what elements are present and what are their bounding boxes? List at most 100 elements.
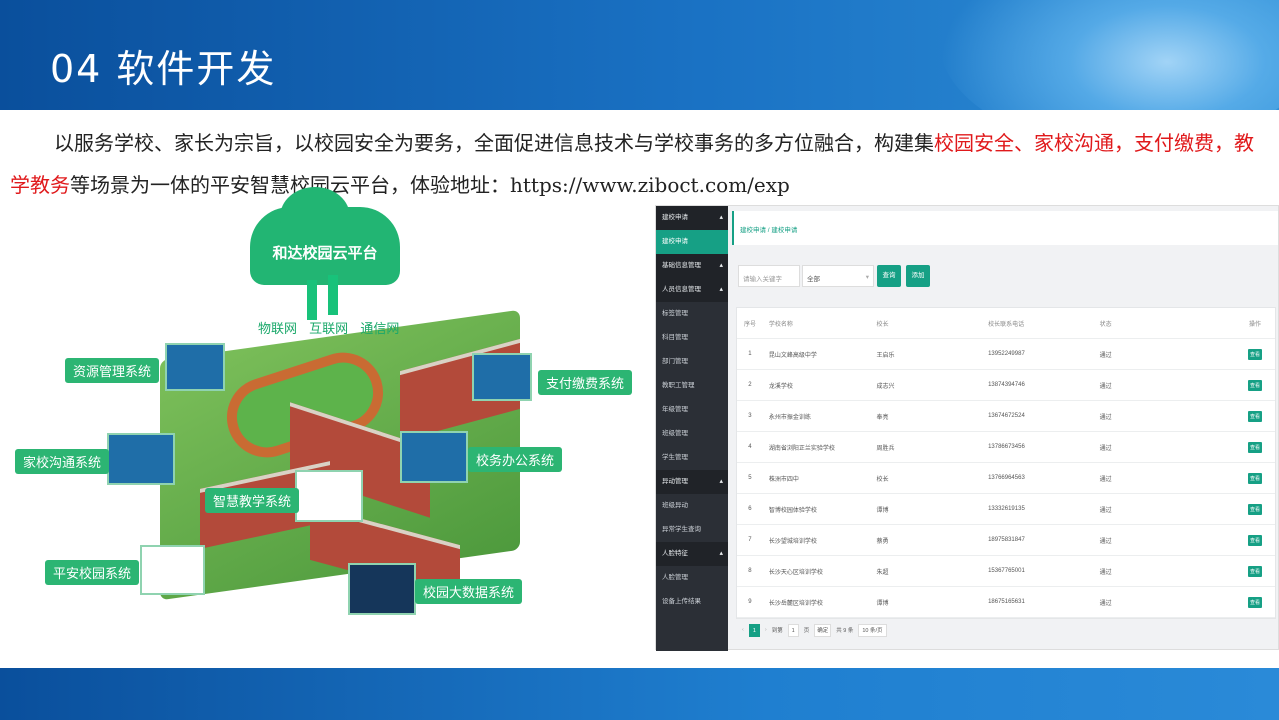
sidebar-item[interactable]: 班级管理 <box>656 422 728 446</box>
table-cell: 通过 <box>1099 538 1112 545</box>
table-cell: 通过 <box>1099 507 1112 514</box>
table-cell: 通过 <box>1099 414 1112 421</box>
table-cell: 龙溪学校 <box>768 383 793 390</box>
up-arrow-icon <box>307 280 317 320</box>
sidebar-item[interactable]: 人员信息管理 <box>656 278 728 302</box>
next-page-icon[interactable]: › <box>765 627 767 633</box>
table-cell: 谭博 <box>876 600 889 607</box>
table-row: 9 长沙岳麓区培训学校 谭博 18675165631 通过 查看 <box>737 587 1275 618</box>
globe-graphic <box>939 0 1279 110</box>
action-cell: 查看 <box>1235 410 1275 422</box>
sidebar-item[interactable]: 科目管理 <box>656 326 728 350</box>
status-select-value: 全部 <box>807 276 820 283</box>
sidebar-item[interactable]: 基础信息管理 <box>656 254 728 278</box>
teaching-thumb <box>295 470 363 522</box>
query-button[interactable]: 查询 <box>877 265 901 287</box>
action-cell: 查看 <box>1235 503 1275 515</box>
status-select[interactable]: 全部 ▾ <box>802 265 874 287</box>
action-cell: 查看 <box>1235 441 1275 453</box>
table-cell: 13952249987 <box>988 351 1025 357</box>
view-button[interactable]: 查看 <box>1248 348 1263 360</box>
main-content: 建校申请 / 建校申请 请输入关键字 全部 ▾ 查询 添加 序号 学校名称 校长 校长… <box>732 211 1278 641</box>
homeschool-thumb <box>107 433 175 485</box>
table-cell: 株洲市四中 <box>768 476 799 483</box>
chevron-down-icon: ▾ <box>865 274 869 281</box>
sidebar-item[interactable]: 人脸特征 <box>656 542 728 566</box>
table-cell: 成志兴 <box>876 383 895 390</box>
action-cell: 查看 <box>1235 565 1275 577</box>
column-header: 状态 <box>1099 321 1112 328</box>
view-button[interactable]: 查看 <box>1248 596 1263 608</box>
cloud-platform: 和达校园云平台 <box>250 187 400 285</box>
action-cell: 查看 <box>1235 472 1275 484</box>
system-label: 平安校园系统 <box>45 560 140 585</box>
column-header: 校长 <box>876 321 889 328</box>
table-cell: 7 <box>748 537 752 543</box>
sidebar-item[interactable]: 学生管理 <box>656 446 728 470</box>
table-cell: 13332619135 <box>988 506 1025 512</box>
system-label: 支付缴费系统 <box>538 370 633 395</box>
sidebar-item[interactable]: 年级管理 <box>656 398 728 422</box>
table-cell: 13786673456 <box>988 444 1025 450</box>
table-cell: 湖南省浏阳正兰实验学校 <box>768 445 835 452</box>
prev-page-icon[interactable]: ‹ <box>742 627 744 633</box>
page-button[interactable]: 1 <box>748 623 760 637</box>
table-row: 1 昆山文峰高级中学 王启乐 13952249987 通过 查看 <box>737 339 1275 370</box>
slide-title: 04 软件开发 <box>50 47 277 91</box>
sidebar-item[interactable]: 建校申请 <box>656 206 728 230</box>
table-cell: 长沙岳麓区培训学校 <box>768 600 823 607</box>
bigdata-thumb <box>348 563 416 615</box>
sidebar-item[interactable]: 标签管理 <box>656 302 728 326</box>
table-cell: 奉亮 <box>876 414 889 421</box>
table-cell: 8 <box>748 568 752 574</box>
table-cell: 3 <box>748 413 752 419</box>
sidebar-item[interactable]: 教职工管理 <box>656 374 728 398</box>
view-button[interactable]: 查看 <box>1248 503 1263 515</box>
table-cell: 通过 <box>1099 445 1112 452</box>
search-toolbar: 请输入关键字 全部 ▾ 查询 添加 <box>738 263 1278 289</box>
sidebar-item[interactable]: 异动管理 <box>656 470 728 494</box>
table-cell: 智博校园体验学校 <box>768 507 817 514</box>
page-size-select[interactable]: 10 条/页 <box>858 623 887 637</box>
table-row: 4 湖南省浏阳正兰实验学校 周胜兵 13786673456 通过 查看 <box>737 432 1275 463</box>
table-cell: 长沙天心区培训学校 <box>768 569 823 576</box>
system-label: 校务办公系统 <box>468 447 563 472</box>
column-header: 操作 <box>1249 321 1262 328</box>
view-button[interactable]: 查看 <box>1248 441 1263 453</box>
view-button[interactable]: 查看 <box>1248 379 1263 391</box>
down-arrow-icon <box>328 275 338 315</box>
table-cell: 15367765001 <box>988 568 1025 574</box>
sidebar-item[interactable]: 部门管理 <box>656 350 728 374</box>
security-thumb <box>140 545 205 595</box>
column-header: 学校名称 <box>768 321 793 328</box>
action-cell: 查看 <box>1235 534 1275 546</box>
view-button[interactable]: 查看 <box>1248 410 1263 422</box>
network-labels: 物联网 互联网 通信网 <box>258 318 399 337</box>
office-thumb <box>400 431 468 483</box>
table-cell: 6 <box>748 506 752 512</box>
sidebar-item[interactable]: 异常学生查询 <box>656 518 728 542</box>
table-cell: 蔡勇 <box>876 538 889 545</box>
view-button[interactable]: 查看 <box>1248 472 1263 484</box>
school-table: 序号 学校名称 校长 校长联系电话 状态 操作 1 昆山文峰高级中学 王启乐 1395224998… <box>736 307 1276 619</box>
system-label: 资源管理系统 <box>65 358 160 383</box>
table-cell: 昆山文峰高级中学 <box>768 352 817 359</box>
payment-thumb <box>472 353 532 401</box>
sidebar-item[interactable]: 人脸管理 <box>656 566 728 590</box>
slide-footer <box>0 668 1279 720</box>
search-input[interactable]: 请输入关键字 <box>738 265 800 287</box>
table-row: 5 株洲市四中 校长 13766964563 通过 查看 <box>737 463 1275 494</box>
action-cell: 查看 <box>1235 348 1275 360</box>
sidebar-item[interactable]: 建校申请 <box>656 230 728 254</box>
confirm-button[interactable]: 确定 <box>814 623 832 637</box>
view-button[interactable]: 查看 <box>1248 565 1263 577</box>
action-cell: 查看 <box>1235 596 1275 608</box>
page-input[interactable]: 1 <box>787 623 799 637</box>
table-cell: 18975831847 <box>988 537 1025 543</box>
page-unit: 页 <box>803 628 810 634</box>
sidebar-item[interactable]: 设备上传结果 <box>656 590 728 614</box>
add-button[interactable]: 添加 <box>906 265 930 287</box>
table-cell: 谭博 <box>876 507 889 514</box>
view-button[interactable]: 查看 <box>1248 534 1263 546</box>
sidebar-item[interactable]: 班级异动 <box>656 494 728 518</box>
